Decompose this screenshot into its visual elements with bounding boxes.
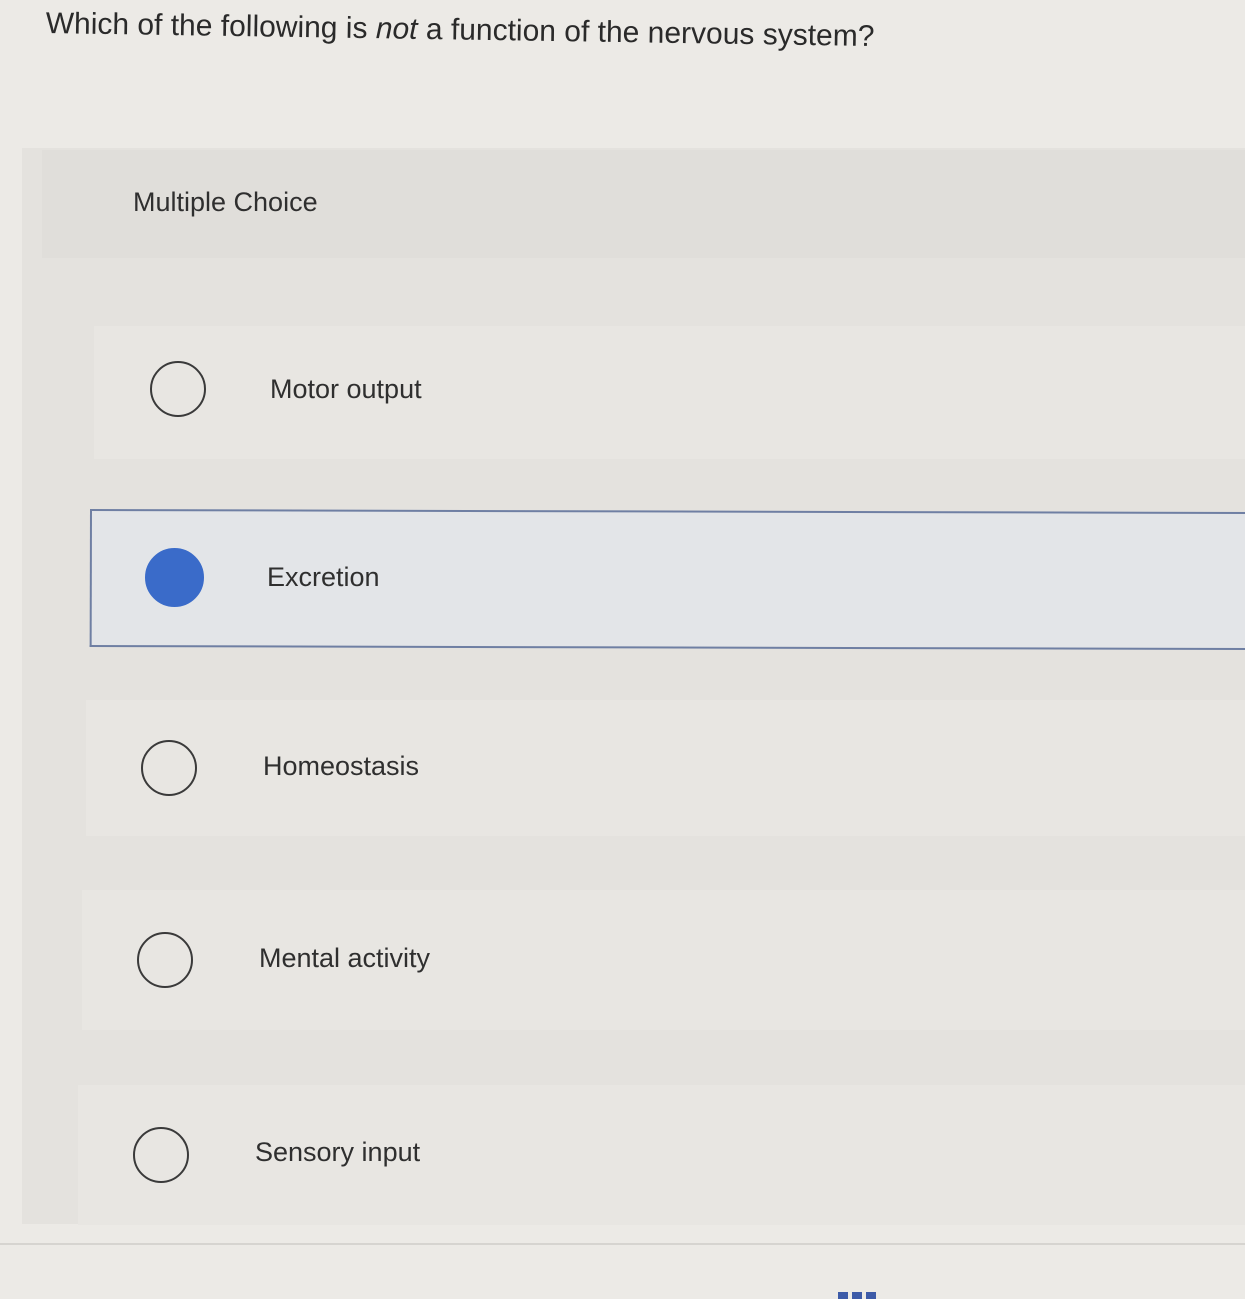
- question-type-label: Multiple Choice: [133, 187, 318, 217]
- question-text-after: a function of the nervous system?: [417, 12, 875, 54]
- more-options-icon[interactable]: [838, 1292, 876, 1299]
- answer-option-sensory-input[interactable]: [78, 1085, 1245, 1225]
- radio-button-sensory-input[interactable]: [133, 1127, 189, 1183]
- radio-button-homeostasis[interactable]: [141, 740, 197, 796]
- footer-divider: [0, 1243, 1245, 1245]
- answer-option-motor-output[interactable]: [94, 326, 1245, 459]
- answer-label-motor-output[interactable]: Motor output: [270, 374, 422, 405]
- answer-label-homeostasis[interactable]: Homeostasis: [263, 751, 419, 782]
- radio-button-motor-output[interactable]: [150, 361, 206, 417]
- answer-label-mental-activity[interactable]: Mental activity: [259, 943, 430, 974]
- question-text-before: Which of the following is: [45, 6, 377, 46]
- question-emphasis: not: [375, 12, 418, 46]
- answer-label-excretion[interactable]: Excretion: [267, 562, 380, 593]
- radio-button-mental-activity[interactable]: [137, 932, 193, 988]
- answer-option-homeostasis[interactable]: [86, 700, 1245, 836]
- answer-label-sensory-input[interactable]: Sensory input: [255, 1137, 420, 1168]
- question-text: Which of the following is not a function…: [45, 6, 874, 55]
- answer-option-mental-activity[interactable]: [82, 890, 1245, 1030]
- radio-button-excretion[interactable]: [145, 548, 204, 607]
- answer-option-excretion[interactable]: [89, 509, 1245, 651]
- answer-panel: [22, 148, 1245, 1224]
